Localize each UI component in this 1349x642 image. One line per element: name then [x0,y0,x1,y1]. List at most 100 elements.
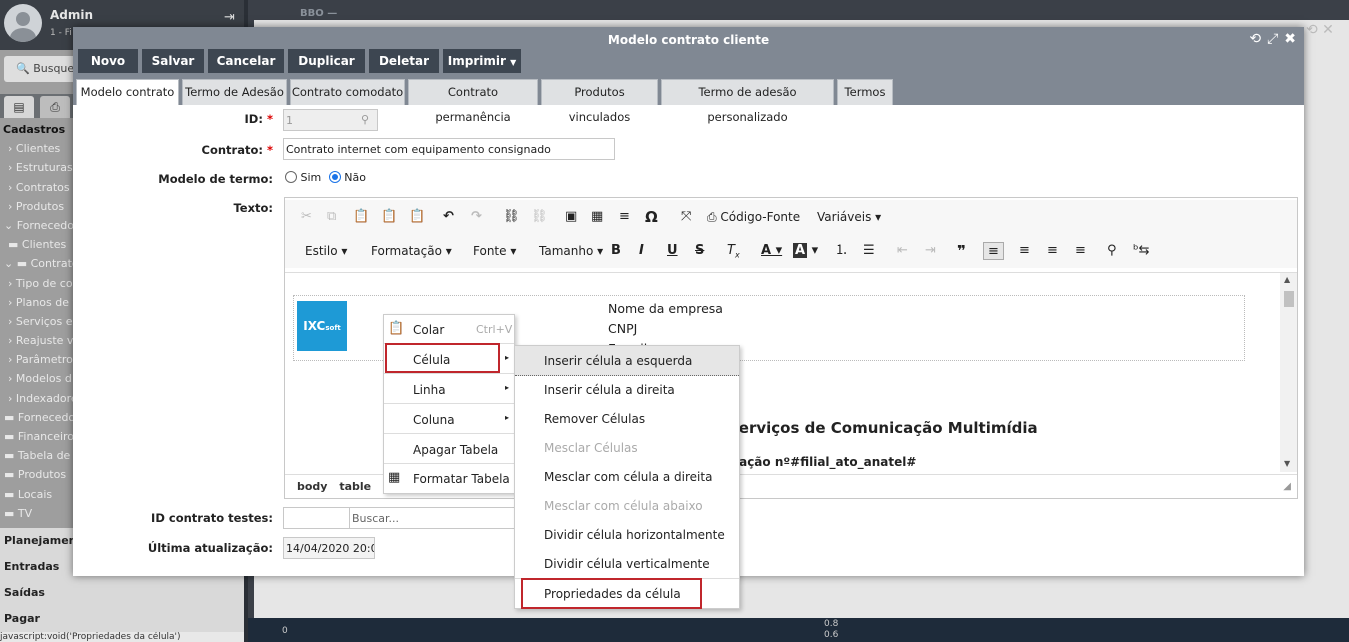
new-button[interactable]: Novo [78,49,138,73]
scroll-up-icon[interactable]: ▲ [1284,275,1290,284]
redo-icon[interactable]: ↷ [471,208,482,226]
underline-icon[interactable]: U [667,242,678,260]
sidebar-item-pay[interactable]: Pagar [0,606,244,632]
highlight-cell-properties [521,578,702,609]
avatar[interactable] [4,4,42,42]
bulleted-list-icon[interactable]: ☰ [863,242,875,260]
save-button[interactable]: Salvar [142,49,204,73]
scroll-down-icon[interactable]: ▼ [1284,459,1290,468]
menu-item-row[interactable]: Linha [413,383,446,397]
replace-icon[interactable]: ᵇ⇆ [1133,242,1149,260]
tab-terms[interactable]: Termos [837,79,893,105]
align-center-icon[interactable]: ≡ [1019,242,1030,260]
editor-toolbar-row-2: Estilo ▾ Formatação ▾ Fonte ▾ Tamanho ▾ … [285,234,1297,268]
axis-label-right-2: 0.6 [824,630,839,640]
indent-icon[interactable]: ⇥ [925,242,936,260]
user-name: Admin [50,8,94,22]
cell-submenu: Inserir célula a esquerda Inserir célula… [514,345,740,609]
menu-tab-icon[interactable]: ▤ [4,96,34,118]
sidebar-item-exits[interactable]: Saídas [0,580,244,606]
radio-yes[interactable] [285,171,297,183]
cut-icon[interactable]: ✂ [301,208,312,226]
strikethrough-icon[interactable]: S [695,242,704,260]
editor-scrollbar[interactable]: ▲ ▼ [1280,273,1297,472]
delete-button[interactable]: Deletar [369,49,439,73]
submenu-split-horizontal[interactable]: Dividir célula horizontalmente [544,528,725,542]
table-icon[interactable]: ▦ [591,208,603,226]
justify-icon[interactable]: ≡ [1075,242,1086,260]
id-field[interactable]: 1 ⚲ [283,109,378,131]
clear-format-icon[interactable]: Tx [727,242,740,260]
menu-item-column[interactable]: Coluna [413,413,455,427]
submenu-merge-cells: Mesclar Células [544,441,638,455]
bg-color-icon[interactable]: A ▾ [793,242,818,260]
resize-handle-icon[interactable]: ◢ [1283,481,1291,492]
last-update-label: Última atualização: [147,541,273,555]
test-id-search[interactable]: Buscar... [349,507,519,529]
variables-dropdown[interactable]: Variáveis ▾ [817,208,881,226]
print-button[interactable]: Imprimir ▼ [443,49,521,73]
contract-label: Contrato: * [201,143,273,157]
link-icon[interactable]: ⛓ [503,208,520,226]
menu-item-format-table[interactable]: Formatar Tabela [413,472,510,486]
format-dropdown[interactable]: Formatação ▾ [371,242,452,260]
tab-comodato[interactable]: Contrato comodato [290,79,405,105]
paste-text-icon[interactable]: 📋 [381,208,397,226]
submenu-insert-cell-right[interactable]: Inserir célula a direita [544,383,675,397]
tab-custom-adhesion[interactable]: Termo de adesão personalizado [661,79,834,124]
outdent-icon[interactable]: ⇤ [897,242,908,260]
submenu-remove-cells[interactable]: Remover Células [544,412,645,426]
size-dropdown[interactable]: Tamanho ▾ [539,242,603,260]
contract-field[interactable]: Contrato internet com equipamento consig… [283,138,615,160]
maximize-icon[interactable]: ⤧ [681,208,691,226]
background-chart-strip: 0 0.8 0.6 [248,618,1349,642]
align-right-icon[interactable]: ≡ [1047,242,1058,260]
italic-icon[interactable]: I [639,242,644,260]
copy-icon[interactable]: ⧉ [327,208,336,226]
modal-title: Modelo contrato cliente [607,33,770,47]
duplicate-button[interactable]: Duplicar [288,49,365,73]
path-table[interactable]: table [339,480,371,493]
close-icon[interactable]: ✖ [1284,31,1296,47]
submenu-merge-right[interactable]: Mesclar com célula a direita [544,470,712,484]
font-dropdown[interactable]: Fonte ▾ [473,242,516,260]
tab-contract-model[interactable]: Modelo contrato [76,79,179,105]
style-dropdown[interactable]: Estilo ▾ [305,242,347,260]
cancel-button[interactable]: Cancelar [208,49,284,73]
id-label: ID: * [244,112,273,126]
submenu-split-vertical[interactable]: Dividir célula verticalmente [544,557,710,571]
paste-word-icon[interactable]: 📋 [409,208,425,226]
history-icon[interactable]: ⟲ [1249,31,1261,47]
find-icon[interactable]: ⚲ [1107,242,1117,260]
test-id-field[interactable] [283,507,353,529]
undo-icon[interactable]: ↶ [443,208,454,226]
special-char-icon[interactable]: Ω [645,208,658,226]
search-icon[interactable]: ⚲ [361,113,369,126]
horizontal-line-icon[interactable]: ≡ [619,208,630,226]
expand-icon[interactable]: ⤢ [1267,31,1278,47]
logout-icon[interactable]: ⇥ [224,10,235,25]
paste-icon[interactable]: 📋 [353,208,369,226]
editor-toolbar-row-1: ✂ ⧉ 📋 📋 📋 ↶ ↷ ⛓ ⛓ ▣ ▦ ≡ Ω ⤧ ⎙ Código-Fon… [285,200,1297,234]
tab-adhesion-term[interactable]: Termo de Adesão [182,79,287,105]
path-body[interactable]: body [297,480,327,493]
menu-item-paste[interactable]: Colar [413,323,444,337]
tab-permanence[interactable]: Contrato permanência [408,79,538,124]
menu-item-delete-table[interactable]: Apagar Tabela [413,443,498,457]
axis-label-left: 0 [282,626,288,636]
bold-icon[interactable]: B [611,242,621,260]
align-left-icon[interactable]: ≡ [983,242,1004,260]
source-button[interactable]: ⎙ Código-Fonte [707,208,800,226]
unlink-icon[interactable]: ⛓ [531,208,548,226]
scrollbar-thumb[interactable] [1284,291,1294,307]
company-name-line: Nome da empresa [608,301,723,316]
submenu-insert-cell-left[interactable]: Inserir célula a esquerda [544,354,692,368]
tab-linked-products[interactable]: Produtos vinculados [541,79,658,124]
print-label: Imprimir [447,54,506,68]
print-tab-icon[interactable]: ⎙ [40,96,70,118]
numbered-list-icon[interactable]: ⒈ [835,242,848,260]
radio-no[interactable] [328,171,341,183]
blockquote-icon[interactable]: ❞ [957,242,966,260]
image-icon[interactable]: ▣ [565,208,577,226]
text-color-icon[interactable]: A ▾ [761,242,782,260]
